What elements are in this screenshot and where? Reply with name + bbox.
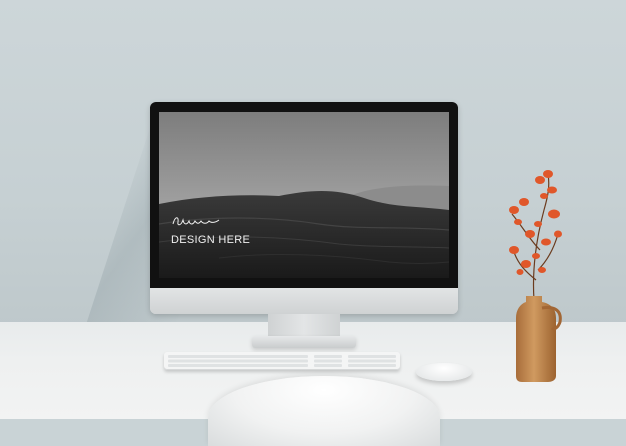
vase-with-orange-leaves xyxy=(509,170,562,382)
keyboard-icon xyxy=(164,352,400,370)
monitor-screen: DESIGN HERE xyxy=(159,112,449,278)
desert-dunes-image xyxy=(159,112,449,278)
script-lettering xyxy=(172,217,220,226)
screen-caption: DESIGN HERE xyxy=(171,234,251,246)
desktop-monitor: DESIGN HERE xyxy=(150,102,458,314)
monitor-stand-base xyxy=(252,336,356,348)
monitor-bezel: DESIGN HERE xyxy=(150,102,458,288)
keyboard-keys xyxy=(168,355,396,367)
plant-in-vase xyxy=(496,160,576,385)
mouse-icon xyxy=(416,363,472,381)
monitor-chin xyxy=(150,288,458,314)
